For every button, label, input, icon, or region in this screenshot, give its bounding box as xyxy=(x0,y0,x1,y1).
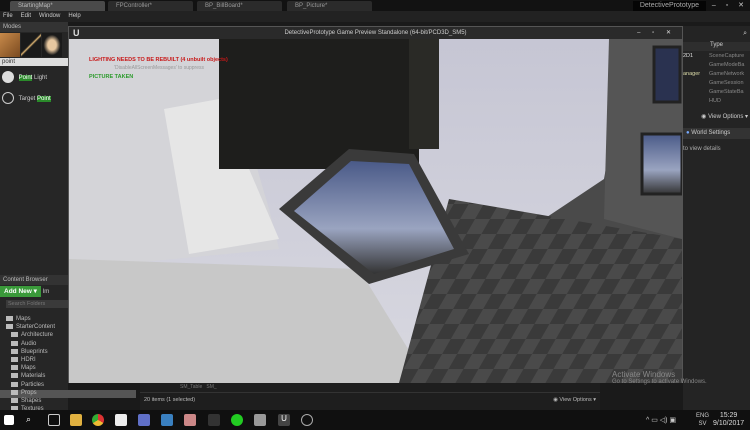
window-controls[interactable]: – ▫ ✕ xyxy=(712,1,748,9)
tab-starting-map[interactable]: StartingMap* xyxy=(10,1,105,11)
content-browser-tab[interactable]: Content Browser xyxy=(0,275,68,285)
game-preview-window[interactable]: U DetectivePrototype Game Preview Standa… xyxy=(68,26,683,383)
app-icon[interactable] xyxy=(301,414,313,426)
system-tray-icons[interactable]: ^ ▭ ◁) ▣ xyxy=(646,416,676,424)
outliner-row[interactable]: HUD xyxy=(683,98,750,107)
target-point-item[interactable]: Target Point xyxy=(0,88,68,108)
details-hint: to view details xyxy=(683,146,721,152)
search-folders-input[interactable]: Search Folders xyxy=(6,300,68,308)
discord-icon[interactable] xyxy=(138,414,150,426)
app-icon[interactable] xyxy=(184,414,196,426)
modes-search-input[interactable]: point xyxy=(0,58,68,66)
picture-taken-message: PICTURE TAKEN xyxy=(89,74,133,80)
oculus-icon[interactable] xyxy=(115,414,127,426)
start-icon[interactable] xyxy=(4,415,14,425)
tab-fpcontroller[interactable]: FPController* xyxy=(108,1,193,11)
clock[interactable]: 15:29 9/10/2017 xyxy=(713,412,744,428)
paint-mode-icon[interactable] xyxy=(21,33,41,57)
asset-labels: SM_Table SM_ xyxy=(140,383,600,393)
import-button[interactable]: Im xyxy=(43,289,50,295)
place-mode-icon[interactable] xyxy=(0,33,20,57)
add-new-button[interactable]: Add New ▾ xyxy=(0,286,41,297)
outliner-row[interactable]: 2D1 SceneCapture xyxy=(683,53,750,62)
clock-date: 9/10/2017 xyxy=(713,420,745,427)
app-icon[interactable] xyxy=(254,414,266,426)
wall-picture xyxy=(652,45,682,104)
item-label: Point Light xyxy=(18,74,48,81)
landscape-mode-icon[interactable] xyxy=(42,33,62,57)
file-explorer-icon[interactable] xyxy=(70,414,82,426)
outliner-row[interactable]: anager GameNetwork xyxy=(683,71,750,80)
epic-games-icon[interactable] xyxy=(208,414,220,426)
tab-label: BP_Picture* xyxy=(295,3,328,9)
language-indicator[interactable]: ENG SV xyxy=(696,412,709,428)
clock-time: 15:29 xyxy=(719,412,738,419)
suppress-hint: 'DisableAllScreenMessages' to suppress xyxy=(114,65,205,71)
windows-taskbar: ⌕ U ^ ▭ ◁) ▣ ENG SV 15:29 9/10/2017 xyxy=(0,410,750,430)
spotify-icon[interactable] xyxy=(231,414,243,426)
point-light-item[interactable]: Point Light xyxy=(0,66,68,88)
tab-bp-picture[interactable]: BP_Picture* xyxy=(287,1,372,11)
folder-item[interactable]: Shapes xyxy=(0,397,140,406)
type-column-header[interactable]: Type xyxy=(683,42,750,51)
light-bulb-icon xyxy=(2,71,14,83)
outliner-row[interactable]: GameStateBa xyxy=(683,89,750,98)
menu-window[interactable]: Window xyxy=(39,13,60,19)
content-browser-assets: SM_Table SM_ 20 items (1 selected) ◉ Vie… xyxy=(140,383,600,410)
game-window-title: DetectivePrototype Game Preview Standalo… xyxy=(284,30,467,36)
search-icon[interactable]: ⌕ xyxy=(26,414,38,426)
menu-bar: File Edit Window Help xyxy=(0,11,750,22)
globe-icon: ● xyxy=(686,130,690,136)
tab-label: BP_BillBoard* xyxy=(205,3,243,9)
game-window-titlebar[interactable]: U DetectivePrototype Game Preview Standa… xyxy=(69,27,682,39)
wall-picture xyxy=(640,132,682,196)
search-icon[interactable]: ⌕ xyxy=(683,26,750,42)
chrome-icon[interactable] xyxy=(92,414,104,426)
view-options-button[interactable]: ◉ View Options ▾ xyxy=(683,113,750,124)
unreal-logo-icon: U xyxy=(73,28,80,38)
modes-header: Modes xyxy=(0,22,68,32)
view-options-button[interactable]: ◉ View Options ▾ xyxy=(553,397,596,403)
tab-label: FPController* xyxy=(116,3,153,9)
outliner-row[interactable]: GameSession xyxy=(683,80,750,89)
game-window-controls[interactable]: – ▫ ✕ xyxy=(637,29,676,36)
outliner-list: 2D1 SceneCapture GameModeBa anager GameNet… xyxy=(683,51,750,107)
game-viewport: LIGHTING NEEDS TO BE REBUILT (4 unbuilt … xyxy=(69,39,682,383)
unreal-editor-icon[interactable]: U xyxy=(278,414,290,426)
world-settings-tab[interactable]: ● World Settings xyxy=(683,128,750,139)
item-label: Target Point xyxy=(18,95,51,102)
menu-file[interactable]: File xyxy=(3,13,13,19)
outliner-row[interactable]: GameModeBa xyxy=(683,62,750,71)
lighting-warning: LIGHTING NEEDS TO BE REBUILT (4 unbuilt … xyxy=(89,57,228,63)
menu-help[interactable]: Help xyxy=(68,13,80,19)
activate-windows-watermark: Activate Windows Go to Settings to activ… xyxy=(612,370,707,385)
task-view-icon[interactable] xyxy=(48,414,60,426)
folder-item-selected[interactable]: Props xyxy=(0,389,136,398)
mode-icons xyxy=(0,32,68,58)
dark-box xyxy=(219,39,419,169)
items-status: 20 items (1 selected) ◉ View Options ▾ xyxy=(144,397,596,403)
tab-bp-billboard[interactable]: BP_BillBoard* xyxy=(197,1,282,11)
steam-icon[interactable] xyxy=(161,414,173,426)
right-panel: ⌕ Type 2D1 SceneCapture GameModeBa anager… xyxy=(683,26,750,410)
tab-label: StartingMap* xyxy=(18,3,53,9)
dark-box-side xyxy=(409,39,439,149)
menu-edit[interactable]: Edit xyxy=(21,13,31,19)
target-icon xyxy=(2,92,14,104)
